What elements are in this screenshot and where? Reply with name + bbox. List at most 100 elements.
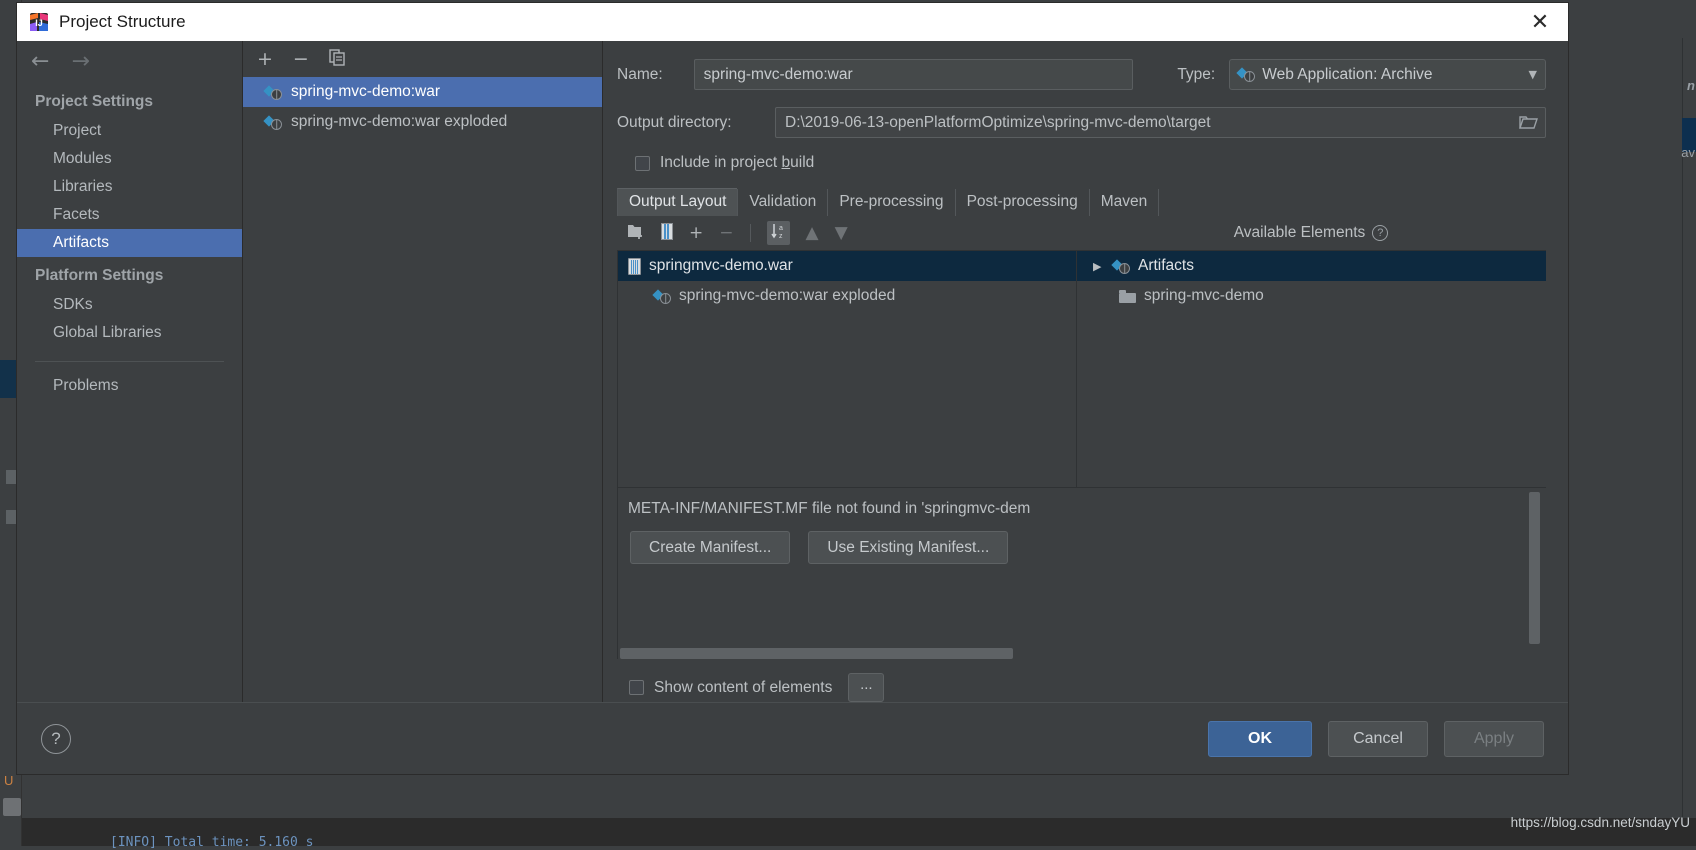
cancel-button[interactable]: Cancel — [1328, 721, 1428, 757]
tree-node-spring-mvc-demo[interactable]: spring-mvc-demo — [1077, 281, 1546, 311]
layout-trees: springmvc-demo.war spring-mvc-demo:war e… — [617, 250, 1546, 487]
manifest-buttons: Create Manifest... Use Existing Manifest… — [618, 518, 1546, 564]
artifact-list-item-label: spring-mvc-demo:war — [291, 83, 440, 101]
tree-node-label: spring-mvc-demo:war exploded — [679, 287, 895, 305]
artifact-icon — [1113, 258, 1130, 275]
type-label: Type: — [1177, 66, 1215, 84]
use-existing-manifest-button[interactable]: Use Existing Manifest... — [808, 531, 1008, 564]
project-structure-dialog: IJ Project Structure ✕ ← → Project Setti… — [16, 2, 1569, 775]
sidebar-divider — [35, 361, 224, 362]
settings-sidebar: ← → Project Settings Project Modules Lib… — [17, 41, 243, 702]
watermark-text: https://blog.csdn.net/sndayYU — [1511, 815, 1690, 830]
move-down-icon[interactable]: ▼ — [835, 225, 848, 242]
type-select[interactable]: Web Application: Archive ▼ — [1229, 59, 1546, 90]
manifest-not-found-message: META-INF/MANIFEST.MF file not found in '… — [618, 488, 1546, 518]
add-directory-icon[interactable] — [627, 223, 645, 243]
browse-folder-icon[interactable] — [1513, 108, 1543, 137]
add-archive-icon[interactable] — [661, 223, 673, 244]
artifacts-toolbar: + − — [243, 41, 602, 77]
copy-artifact-icon[interactable] — [329, 49, 346, 70]
ide-right-label-1: n — [1687, 78, 1695, 93]
output-directory-label: Output directory: — [617, 114, 775, 132]
available-elements-tree: ▶ Artifacts spring-mvc-demo — [1076, 250, 1546, 487]
sidebar-item-sdks[interactable]: SDKs — [17, 291, 242, 319]
ide-left-tick-2 — [6, 510, 16, 524]
artifact-list-item-war[interactable]: spring-mvc-demo:war — [243, 77, 602, 107]
ide-left-label: U — [4, 773, 13, 788]
sidebar-nav-arrows: ← → — [17, 41, 242, 83]
tree-node-springmvc-demo-war[interactable]: springmvc-demo.war — [618, 251, 1076, 281]
tree-node-war-exploded[interactable]: spring-mvc-demo:war exploded — [618, 281, 1076, 311]
ide-right-label-2: av — [1681, 145, 1695, 160]
chevron-down-icon: ▼ — [1529, 68, 1537, 81]
help-icon[interactable]: ? — [41, 724, 71, 754]
ide-left-selected-marker — [0, 360, 16, 398]
tab-post-processing[interactable]: Post-processing — [955, 189, 1089, 216]
svg-text:a: a — [779, 225, 783, 232]
web-application-icon — [1238, 66, 1255, 83]
sidebar-item-facets[interactable]: Facets — [17, 201, 242, 229]
sidebar-item-global-libraries[interactable]: Global Libraries — [17, 319, 242, 347]
svg-text:IJ: IJ — [35, 18, 43, 28]
apply-button: Apply — [1444, 721, 1544, 757]
show-content-of-elements-checkbox[interactable]: Show content of elements — [629, 679, 832, 697]
output-layout-toolbar: + − a z ▲ ▼ Available Elements ? — [617, 216, 1546, 250]
tab-maven[interactable]: Maven — [1089, 189, 1160, 216]
sidebar-item-libraries[interactable]: Libraries — [17, 173, 242, 201]
type-select-value: Web Application: Archive — [1262, 66, 1432, 84]
checkbox-box[interactable] — [629, 680, 644, 695]
sidebar-item-modules[interactable]: Modules — [17, 145, 242, 173]
tree-node-label: spring-mvc-demo — [1144, 287, 1264, 305]
add-artifact-icon[interactable]: + — [257, 50, 273, 69]
artifacts-list-panel: + − spring-mvc-demo:war — [243, 41, 603, 702]
output-directory-row: Output directory: D:\2019-06-13-openPlat… — [617, 107, 1546, 138]
move-up-icon[interactable]: ▲ — [806, 225, 819, 242]
tree-node-artifacts[interactable]: ▶ Artifacts — [1077, 251, 1546, 281]
dialog-footer: ? OK Cancel Apply — [17, 702, 1568, 774]
sidebar-item-problems[interactable]: Problems — [17, 372, 242, 400]
remove-artifact-icon[interactable]: − — [293, 50, 309, 69]
create-manifest-button[interactable]: Create Manifest... — [630, 531, 790, 564]
checkbox-box[interactable] — [635, 156, 650, 171]
details-tabs: Output Layout Validation Pre-processing … — [617, 188, 1546, 216]
forward-arrow-icon[interactable]: → — [71, 51, 89, 73]
remove-element-icon[interactable]: − — [719, 225, 733, 242]
ide-left-tick-1 — [6, 470, 16, 484]
name-input[interactable]: spring-mvc-demo:war — [694, 59, 1134, 90]
more-options-button[interactable]: ... — [848, 673, 884, 702]
help-icon[interactable]: ? — [1372, 225, 1388, 241]
output-layout-tree: springmvc-demo.war spring-mvc-demo:war e… — [617, 250, 1076, 487]
sidebar-item-artifacts[interactable]: Artifacts — [17, 229, 242, 257]
output-directory-input[interactable]: D:\2019-06-13-openPlatformOptimize\sprin… — [775, 107, 1546, 138]
tree-node-label: Artifacts — [1138, 257, 1194, 275]
artifact-details-pane: Name: spring-mvc-demo:war Type: Web Appl… — [603, 41, 1568, 702]
artifact-icon — [265, 114, 282, 131]
ok-button[interactable]: OK — [1208, 721, 1312, 757]
add-element-icon[interactable]: + — [689, 225, 703, 242]
tree-node-label: springmvc-demo.war — [649, 257, 793, 275]
tab-output-layout[interactable]: Output Layout — [617, 188, 737, 216]
name-label: Name: — [617, 66, 694, 84]
include-in-project-build-checkbox[interactable]: Include in project build — [635, 154, 1546, 172]
include-in-project-build-label: Include in project build — [660, 154, 814, 172]
close-icon[interactable]: ✕ — [1518, 4, 1562, 40]
svg-text:z: z — [779, 233, 783, 239]
sidebar-item-project[interactable]: Project — [17, 117, 242, 145]
back-arrow-icon[interactable]: ← — [31, 51, 49, 73]
sidebar-group-project-settings: Project Settings — [17, 83, 242, 117]
manifest-vertical-scrollbar[interactable] — [1529, 492, 1540, 644]
artifact-icon — [654, 288, 671, 305]
show-content-of-elements-label: Show content of elements — [654, 679, 832, 697]
sort-az-icon[interactable]: a z — [767, 221, 790, 245]
ide-console-line: [INFO] Total time: 5.160 s — [110, 835, 314, 850]
ide-tool-button-icon[interactable] — [3, 798, 21, 816]
tab-validation[interactable]: Validation — [737, 189, 827, 216]
artifact-list-item-war-exploded[interactable]: spring-mvc-demo:war exploded — [243, 107, 602, 137]
tab-pre-processing[interactable]: Pre-processing — [827, 189, 954, 216]
expand-triangle-icon[interactable]: ▶ — [1093, 260, 1105, 273]
manifest-horizontal-scrollbar-thumb[interactable] — [620, 648, 1013, 659]
artifact-list-item-label: spring-mvc-demo:war exploded — [291, 113, 507, 131]
available-elements-header: Available Elements ? — [1076, 224, 1546, 242]
manifest-horizontal-scrollbar-track[interactable] — [618, 648, 1546, 659]
artifact-icon — [265, 84, 282, 101]
